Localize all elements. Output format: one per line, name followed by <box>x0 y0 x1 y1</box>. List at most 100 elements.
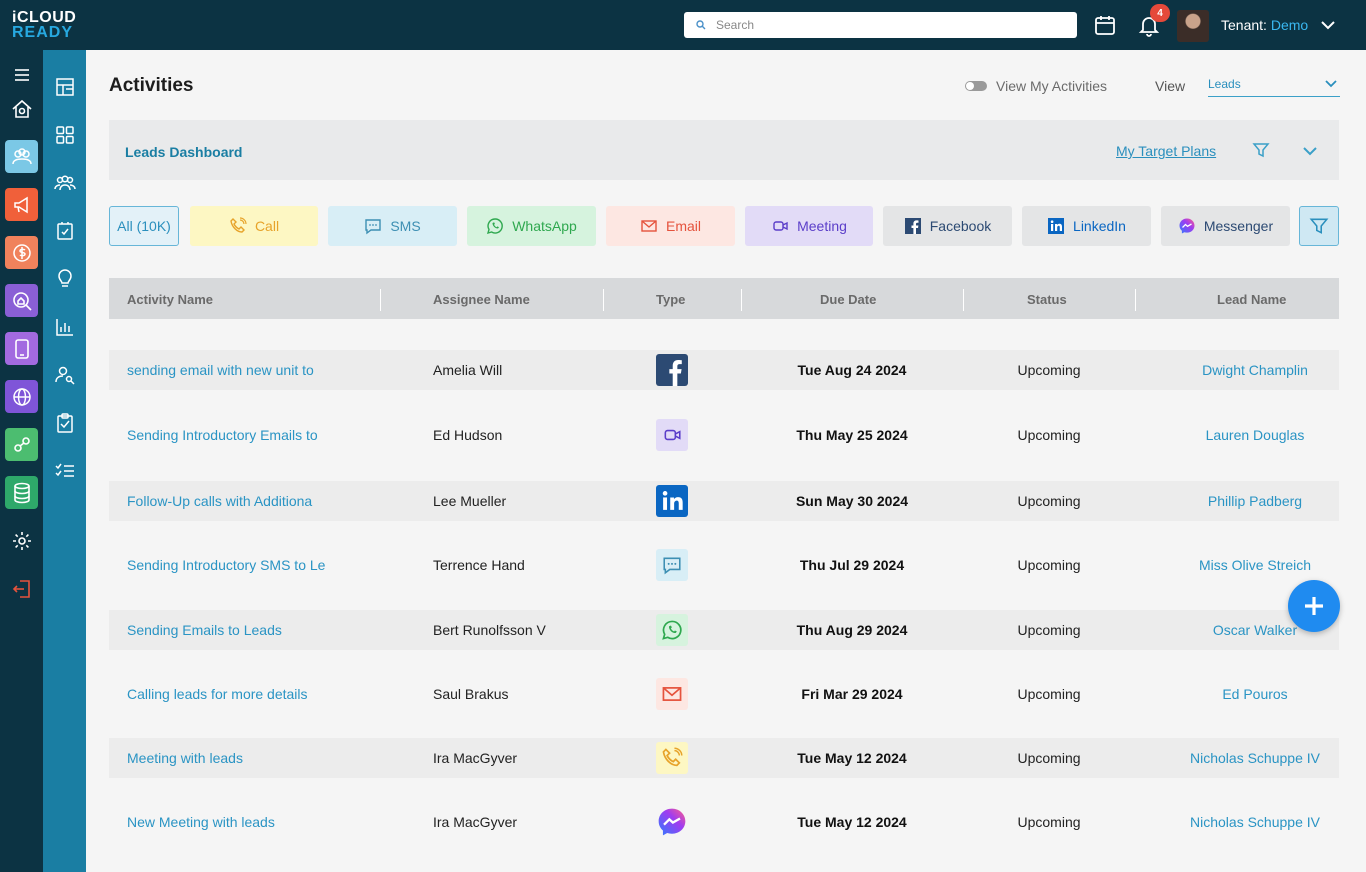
table-row[interactable]: Follow-Up calls with Additiona Lee Muell… <box>109 481 1339 521</box>
dollar-icon[interactable] <box>5 236 38 269</box>
filter-icon[interactable] <box>1252 141 1270 159</box>
chip-call[interactable]: Call <box>190 206 318 246</box>
lead-name-link[interactable]: Phillip Padberg <box>1159 493 1351 509</box>
home-icon[interactable] <box>5 92 38 125</box>
column-divider <box>603 289 604 311</box>
tenant-selector[interactable]: Tenant: Demo <box>1221 17 1308 33</box>
property-search-icon[interactable] <box>5 284 38 317</box>
lead-name-link[interactable]: Lauren Douglas <box>1159 427 1351 443</box>
database-icon[interactable] <box>5 476 38 509</box>
activity-name-link[interactable]: Sending Introductory SMS to Le <box>127 557 327 573</box>
lead-name-link[interactable]: Dwight Champlin <box>1159 362 1351 378</box>
chip-sms[interactable]: SMS <box>328 206 457 246</box>
logo-bottom: READY <box>12 24 74 41</box>
search-bar[interactable] <box>684 12 1077 38</box>
chip-email[interactable]: Email <box>606 206 735 246</box>
activity-name-link[interactable]: sending email with new unit to <box>127 362 327 378</box>
lead-name-link[interactable]: Ed Pouros <box>1159 686 1351 702</box>
tenant-label: Tenant: <box>1221 17 1267 33</box>
activity-name-link[interactable]: Meeting with leads <box>127 750 327 766</box>
notification-badge: 4 <box>1150 4 1170 22</box>
column-header[interactable]: Assignee Name <box>433 292 530 307</box>
table-row[interactable]: sending email with new unit to Amelia Wi… <box>109 350 1339 390</box>
my-target-plans-link[interactable]: My Target Plans <box>1116 143 1216 159</box>
column-header[interactable]: Due Date <box>820 292 876 307</box>
clipboard-icon[interactable] <box>50 408 80 438</box>
globe-icon[interactable] <box>5 380 38 413</box>
status: Upcoming <box>1017 557 1081 573</box>
assignee-name: Terrence Hand <box>433 557 525 573</box>
status: Upcoming <box>1017 493 1081 509</box>
chip-messenger[interactable]: Messenger <box>1161 206 1290 246</box>
table-row[interactable]: New Meeting with leads Ira MacGyver Tue … <box>109 802 1339 842</box>
column-header[interactable]: Status <box>1027 292 1067 307</box>
linkedin-icon <box>656 485 688 517</box>
chevron-down-icon[interactable] <box>1320 17 1336 33</box>
chevron-down-icon[interactable] <box>1301 142 1319 160</box>
table-row[interactable]: Calling leads for more details Saul Brak… <box>109 674 1339 714</box>
chip-whatsapp[interactable]: WhatsApp <box>467 206 596 246</box>
leads-dashboard-bar[interactable]: Leads Dashboard My Target Plans <box>109 120 1339 180</box>
activity-name-link[interactable]: Calling leads for more details <box>127 686 327 702</box>
toggle-knob <box>966 82 974 90</box>
settings-icon[interactable] <box>5 524 38 557</box>
people-icon[interactable] <box>50 168 80 198</box>
app-logo[interactable]: iCLOUD READY <box>12 9 78 41</box>
menu-icon[interactable] <box>5 58 38 91</box>
logout-icon[interactable] <box>5 572 38 605</box>
assignee-name: Ed Hudson <box>433 427 503 443</box>
chip-facebook[interactable]: Facebook <box>883 206 1012 246</box>
page-title: Activities <box>109 75 194 96</box>
view-my-activities-toggle[interactable] <box>965 81 987 91</box>
activity-name-link[interactable]: Follow-Up calls with Additiona <box>127 493 327 509</box>
table-row[interactable]: Sending Introductory SMS to Le Terrence … <box>109 545 1339 585</box>
phone-icon <box>230 217 247 233</box>
lead-name-link[interactable]: Miss Olive Streich <box>1159 557 1351 573</box>
table-row[interactable]: Meeting with leads Ira MacGyver Tue May … <box>109 738 1339 778</box>
mobile-icon[interactable] <box>5 332 38 365</box>
status: Upcoming <box>1017 750 1081 766</box>
table-header: Activity Name Assignee Name Type Due Dat… <box>109 278 1339 319</box>
assignee-name: Ira MacGyver <box>433 814 518 830</box>
status: Upcoming <box>1017 686 1081 702</box>
dashboard-icon[interactable] <box>50 72 80 102</box>
view-select[interactable]: Leads <box>1208 73 1340 97</box>
table-row[interactable]: Sending Emails to Leads Bert Runolfsson … <box>109 610 1339 650</box>
view-my-activities-label: View My Activities <box>996 78 1107 94</box>
avatar[interactable] <box>1177 10 1209 42</box>
assignee-name: Saul Brakus <box>433 686 509 702</box>
filter-button[interactable] <box>1299 206 1339 246</box>
task-board-icon[interactable] <box>50 216 80 246</box>
lead-name-link[interactable]: Nicholas Schuppe IV <box>1159 814 1351 830</box>
dashboard-title: Leads Dashboard <box>125 144 243 160</box>
column-header[interactable]: Activity Name <box>127 292 213 307</box>
chip-linkedin[interactable]: LinkedIn <box>1022 206 1151 246</box>
plus-icon <box>1305 597 1323 615</box>
search-input[interactable] <box>716 18 1056 32</box>
user-search-icon[interactable] <box>50 360 80 390</box>
column-header[interactable]: Type <box>656 292 685 307</box>
activity-name-link[interactable]: Sending Emails to Leads <box>127 622 327 638</box>
column-header[interactable]: Lead Name <box>1217 292 1286 307</box>
add-activity-button[interactable] <box>1288 580 1340 632</box>
chip-all[interactable]: All (10K) <box>109 206 179 246</box>
lightbulb-icon[interactable] <box>50 264 80 294</box>
lead-name-link[interactable]: Nicholas Schuppe IV <box>1159 750 1351 766</box>
activity-name-link[interactable]: Sending Introductory Emails to <box>127 427 327 443</box>
chip-meeting[interactable]: Meeting <box>745 206 873 246</box>
chip-email-label: Email <box>665 218 701 234</box>
mail-icon <box>641 220 657 232</box>
calendar-icon[interactable] <box>1091 11 1119 39</box>
megaphone-icon[interactable] <box>5 188 38 221</box>
chevron-down-icon <box>1325 80 1337 88</box>
grid-icon[interactable] <box>50 120 80 150</box>
integration-icon[interactable] <box>5 428 38 461</box>
tenant-value: Demo <box>1270 17 1309 33</box>
assignee-name: Lee Mueller <box>433 493 507 509</box>
leads-icon[interactable] <box>5 140 38 173</box>
chart-icon[interactable] <box>50 312 80 342</box>
checklist-icon[interactable] <box>50 456 80 486</box>
table-row[interactable]: Sending Introductory Emails to Ed Hudson… <box>109 415 1339 455</box>
activity-name-link[interactable]: New Meeting with leads <box>127 814 327 830</box>
logo-top: iCLOUD <box>12 9 77 26</box>
